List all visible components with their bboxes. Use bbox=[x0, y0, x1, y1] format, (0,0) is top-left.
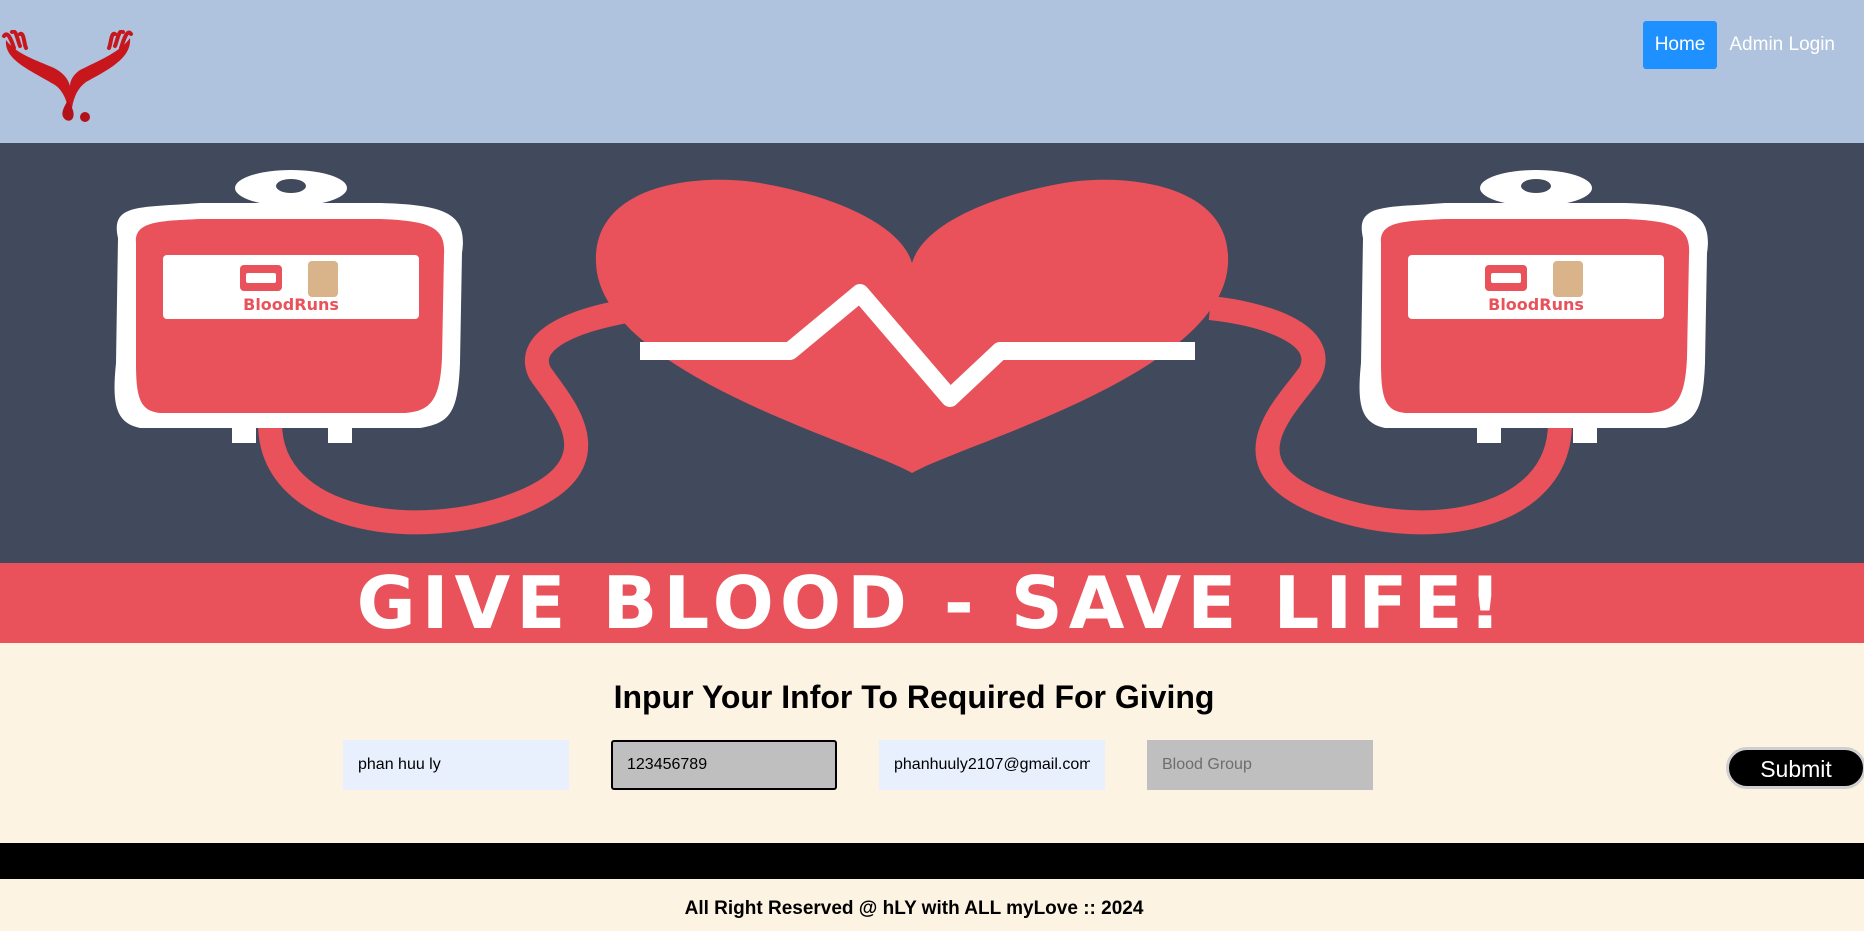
hero-banner: BloodRuns BloodRuns GIVE BLOOD - SAVE LI… bbox=[0, 143, 1864, 643]
email-input[interactable] bbox=[879, 740, 1105, 790]
nav-admin-login-link[interactable]: Admin Login bbox=[1729, 21, 1835, 69]
blood-bag-right-icon: BloodRuns bbox=[1359, 170, 1708, 443]
bag-label-right: BloodRuns bbox=[1488, 295, 1584, 314]
blood-bag-left-icon: BloodRuns bbox=[114, 170, 463, 443]
bag-label-left: BloodRuns bbox=[243, 295, 339, 314]
banner-headline: GIVE BLOOD - SAVE LIFE! bbox=[356, 561, 1508, 643]
name-input[interactable] bbox=[343, 740, 569, 790]
blood-group-input[interactable] bbox=[1147, 740, 1373, 790]
top-nav: Home Admin Login bbox=[1642, 21, 1835, 69]
donor-form: Inpur Your Infor To Required For Giving … bbox=[0, 643, 1864, 843]
form-title: Inpur Your Infor To Required For Giving bbox=[613, 679, 1215, 715]
blood-donation-illustration: BloodRuns BloodRuns bbox=[114, 170, 1708, 535]
footer-bar bbox=[0, 843, 1864, 879]
blood-hands-logo-icon[interactable] bbox=[0, 30, 135, 125]
site-header: Home Admin Login bbox=[0, 0, 1864, 143]
footer-copyright: All Right Reserved @ hLY with ALL myLove… bbox=[684, 898, 1144, 919]
submit-button[interactable]: Submit bbox=[1726, 747, 1864, 789]
nav-home-link[interactable]: Home bbox=[1642, 21, 1718, 69]
phone-input[interactable] bbox=[611, 740, 837, 790]
